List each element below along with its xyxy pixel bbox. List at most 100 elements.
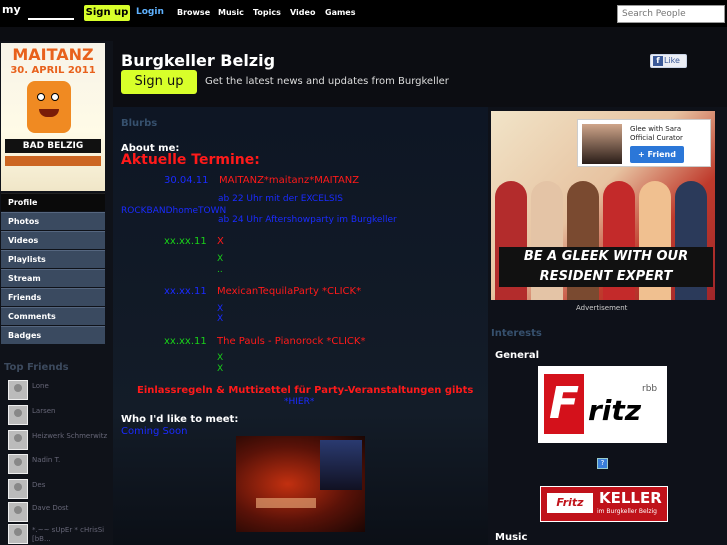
friend-item[interactable]: *.~~ sUpEr * cHrisSi [bB...	[6, 524, 110, 545]
poster-title: MAITANZ	[12, 45, 94, 64]
curator-photo	[582, 124, 622, 164]
fritz-logo-text: ritz	[588, 394, 642, 427]
avatar[interactable]	[8, 479, 28, 499]
ad-subheadline: RESIDENT EXPERT	[499, 267, 713, 287]
event-date: xx.xx.11	[164, 236, 207, 247]
event-mark: X	[217, 353, 224, 363]
mascot-image	[27, 81, 71, 133]
table-shape	[256, 498, 316, 508]
like-label: Like	[664, 56, 680, 65]
poster-town: BAD BELZIG	[5, 139, 101, 153]
top-navigation-bar: my Sign up Login Browse Music Topics Vid…	[0, 0, 727, 27]
stage-shape	[320, 440, 362, 490]
event-date: xx.xx.11	[164, 336, 207, 347]
event-mark: X	[217, 254, 224, 264]
keller-logo-mark: Fritz	[547, 493, 593, 513]
event-date: 30.04.11	[164, 175, 209, 186]
mascot-eye	[37, 93, 45, 101]
ad-label: Advertisement	[576, 304, 628, 312]
event-mark: ..	[217, 265, 223, 275]
friend-name[interactable]: Larsen	[32, 407, 112, 416]
myspace-logo[interactable]: my	[2, 3, 21, 16]
friend-item[interactable]: Dave Dost	[6, 502, 110, 524]
general-heading: General	[495, 350, 539, 361]
avatar[interactable]	[8, 430, 28, 450]
nav-video[interactable]: Video	[290, 8, 315, 17]
avatar[interactable]	[8, 524, 28, 544]
keller-logo-text: KELLER	[599, 489, 662, 507]
event-title[interactable]: MAITANZ*maitanz*MAITANZ	[219, 175, 359, 186]
profile-title: Burgkeller Belzig	[121, 51, 276, 70]
profile-picture[interactable]: MAITANZ 30. APRIL 2011 BAD BELZIG	[1, 43, 105, 191]
profile-page: my Sign up Login Browse Music Topics Vid…	[0, 0, 727, 545]
nav-browse[interactable]: Browse	[177, 8, 210, 17]
curator-card: Glee with Sara Official Curator + Friend	[577, 119, 711, 167]
advertisement-banner[interactable]: Glee with Sara Official Curator + Friend …	[491, 111, 715, 300]
signup-button[interactable]: Sign up	[84, 5, 130, 21]
music-heading: Music	[495, 532, 528, 543]
menu-badges[interactable]: Badges	[1, 326, 105, 344]
mascot-eye	[51, 93, 59, 101]
top-friends-heading: Top Friends	[4, 362, 69, 373]
add-friend-button[interactable]: + Friend	[630, 146, 684, 163]
friend-name[interactable]: *.~~ sUpEr * cHrisSi [bB...	[32, 526, 112, 544]
friend-item[interactable]: Nadin T.	[6, 454, 110, 476]
avatar[interactable]	[8, 380, 28, 400]
ad-headline: BE A GLEEK WITH OUR	[499, 247, 713, 267]
mascot-mouth	[39, 109, 59, 117]
menu-videos[interactable]: Videos	[1, 231, 105, 249]
facebook-like-button[interactable]: f Like	[650, 54, 687, 68]
entry-rules-link[interactable]: *HIER*	[284, 397, 314, 407]
interests-heading: Interests	[491, 328, 542, 339]
friend-item[interactable]: Heizwerk Schmerwitz	[6, 430, 110, 452]
club-photo	[236, 436, 365, 532]
meet-value: Coming Soon	[121, 426, 188, 437]
avatar[interactable]	[8, 405, 28, 425]
friend-item[interactable]: Larsen	[6, 405, 110, 427]
nav-topics[interactable]: Topics	[253, 8, 281, 17]
event-note: ab 22 Uhr mit der EXCELSIS	[218, 194, 343, 204]
poster-band	[5, 156, 101, 166]
friend-name[interactable]: Heizwerk Schmerwitz	[32, 432, 112, 441]
avatar[interactable]	[8, 454, 28, 474]
facebook-icon: f	[653, 56, 663, 66]
nav-games[interactable]: Games	[325, 8, 356, 17]
menu-comments[interactable]: Comments	[1, 307, 105, 325]
keller-subtitle: im Burgkeller Belzig	[597, 508, 657, 515]
friend-name[interactable]: Nadin T.	[32, 456, 112, 465]
menu-profile[interactable]: Profile	[1, 193, 105, 211]
fritz-logo-mark: F	[544, 374, 584, 434]
event-title[interactable]: MexicanTequilaParty *CLICK*	[217, 286, 361, 297]
rbb-label: rbb	[642, 384, 658, 394]
broken-image-icon[interactable]: ?	[597, 458, 608, 469]
entry-rules-text: Einlassregeln & Muttizettel für Party-Ve…	[137, 385, 474, 396]
avatar[interactable]	[8, 502, 28, 522]
event-note: ab 24 Uhr Aftershowparty im Burgkeller	[218, 215, 397, 225]
friend-name[interactable]: Lone	[32, 382, 112, 391]
meet-label: Who I'd like to meet:	[121, 414, 239, 425]
menu-photos[interactable]: Photos	[1, 212, 105, 230]
search-input[interactable]	[617, 5, 725, 23]
logo-underline	[28, 18, 74, 20]
friend-item[interactable]: Des	[6, 479, 110, 501]
friend-item[interactable]: Lone	[6, 380, 110, 402]
menu-playlists[interactable]: Playlists	[1, 250, 105, 268]
event-mark: X	[217, 314, 224, 324]
header-tagline: Get the latest news and updates from Bur…	[205, 76, 449, 87]
header-signup-button[interactable]: Sign up	[121, 70, 197, 94]
event-note: ROCKBANDhomeTOWN	[121, 206, 227, 216]
event-title[interactable]: The Pauls - Pianorock *CLICK*	[217, 336, 365, 347]
blurbs-heading: Blurbs	[121, 118, 158, 129]
menu-stream[interactable]: Stream	[1, 269, 105, 287]
login-link[interactable]: Login	[136, 7, 164, 17]
fritz-keller-logo[interactable]: Fritz KELLER im Burgkeller Belzig	[540, 486, 668, 522]
events-heading: Aktuelle Termine:	[121, 152, 260, 168]
friend-name[interactable]: Dave Dost	[32, 504, 112, 513]
nav-music[interactable]: Music	[218, 8, 244, 17]
friend-name[interactable]: Des	[32, 481, 112, 490]
fritz-logo[interactable]: F ritz rbb	[538, 366, 667, 443]
menu-friends[interactable]: Friends	[1, 288, 105, 306]
event-title[interactable]: X	[217, 236, 224, 247]
event-mark: X	[217, 364, 224, 374]
poster-date: 30. APRIL 2011	[10, 65, 96, 76]
